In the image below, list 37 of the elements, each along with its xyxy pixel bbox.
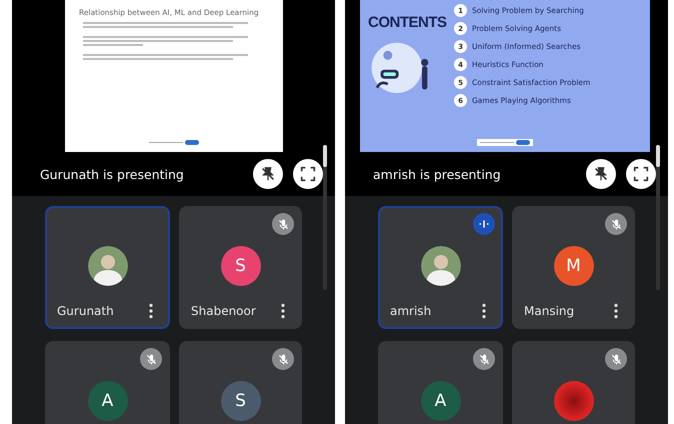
fullscreen-button[interactable] <box>293 159 323 189</box>
participant-name: Shabenoor <box>191 304 256 318</box>
photo-placeholder <box>554 381 594 421</box>
participant-tile[interactable]: M Mansing <box>512 206 635 329</box>
participant-tile[interactable]: S Shabenoor <box>179 206 302 329</box>
more-options-icon[interactable] <box>481 303 487 319</box>
avatar-initial: S <box>220 246 260 286</box>
participant-tile[interactable]: A <box>378 341 503 424</box>
participant-tile[interactable]: Gurunath <box>45 206 170 329</box>
avatar-initial: M <box>554 246 594 286</box>
presenting-label: Gurunath is presenting <box>40 166 185 182</box>
unpin-button[interactable] <box>253 159 283 189</box>
slide-title: CONTENTS <box>368 14 446 31</box>
participant-tile[interactable]: S <box>179 341 302 424</box>
avatar-silhouette-icon <box>88 246 128 286</box>
scrollbar[interactable] <box>323 145 327 290</box>
fullscreen-icon <box>299 165 317 183</box>
fullscreen-button[interactable] <box>626 159 656 189</box>
participant-tile[interactable]: amrish <box>378 206 503 329</box>
crossed-pin-icon <box>592 165 610 183</box>
participant-tile[interactable]: A <box>45 341 170 424</box>
participant-name: Gurunath <box>57 304 114 318</box>
presenting-label: amrish is presenting <box>373 166 502 182</box>
participant-name: Mansing <box>524 304 574 318</box>
avatar-initial: A <box>420 381 460 421</box>
crossed-pin-icon <box>259 165 277 183</box>
more-options-icon[interactable] <box>613 303 619 319</box>
avatar-initial: S <box>220 381 260 421</box>
unpin-button[interactable] <box>586 159 616 189</box>
fullscreen-icon <box>632 165 650 183</box>
more-options-icon[interactable] <box>148 303 154 319</box>
avatar-initial: A <box>88 381 128 421</box>
slide-pager-drawing <box>477 139 533 146</box>
avatar-silhouette-icon <box>420 246 460 286</box>
scrollbar[interactable] <box>656 145 660 290</box>
participant-name: amrish <box>390 304 432 318</box>
more-options-icon[interactable] <box>280 303 286 319</box>
